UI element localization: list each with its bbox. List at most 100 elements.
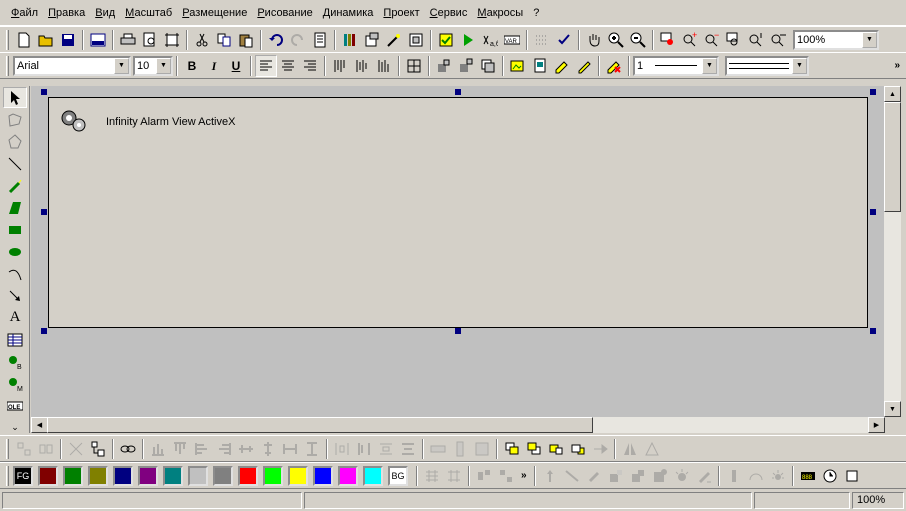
align-bottom-icon[interactable] bbox=[147, 438, 169, 460]
hand-pan-icon[interactable] bbox=[583, 29, 605, 51]
group-icon[interactable] bbox=[433, 55, 455, 77]
html-export-icon[interactable] bbox=[87, 29, 109, 51]
zoom-out-icon[interactable] bbox=[627, 29, 649, 51]
more-palette-icon[interactable]: » bbox=[521, 470, 527, 481]
scroll-right-icon[interactable]: ▶ bbox=[868, 417, 885, 433]
var-icon[interactable]: VAR bbox=[501, 29, 523, 51]
pointer-icon[interactable] bbox=[3, 87, 27, 108]
cut-icon[interactable] bbox=[191, 29, 213, 51]
zoom-in-icon[interactable] bbox=[605, 29, 627, 51]
color-swatch[interactable] bbox=[238, 465, 258, 486]
align-center-icon[interactable] bbox=[277, 55, 299, 77]
symbol-icon[interactable] bbox=[361, 29, 383, 51]
line-tool-icon[interactable] bbox=[3, 153, 27, 174]
frame-icon[interactable] bbox=[405, 29, 427, 51]
color-swatch[interactable] bbox=[188, 465, 208, 486]
rect-select-icon[interactable] bbox=[3, 109, 27, 130]
ellipse-tool-icon[interactable] bbox=[3, 241, 27, 262]
line-style-select[interactable]: ▼ bbox=[725, 55, 809, 76]
anim-visibility-icon[interactable] bbox=[693, 465, 715, 487]
resize-handle[interactable] bbox=[41, 89, 47, 95]
save-icon[interactable] bbox=[57, 29, 79, 51]
arc-tool-icon[interactable] bbox=[3, 263, 27, 284]
anim-color-icon[interactable] bbox=[649, 465, 671, 487]
wizard-icon[interactable] bbox=[383, 29, 405, 51]
checkbox-control-icon[interactable] bbox=[841, 465, 863, 487]
color-swatch[interactable] bbox=[138, 465, 158, 486]
send-back-icon[interactable] bbox=[523, 438, 545, 460]
zoom-fit-width-icon[interactable] bbox=[767, 29, 789, 51]
menu-layout[interactable]: Размещение bbox=[177, 4, 252, 22]
bring-front-icon[interactable] bbox=[501, 438, 523, 460]
open-folder-icon[interactable] bbox=[35, 29, 57, 51]
horizontal-scroll-thumb[interactable] bbox=[47, 417, 593, 433]
horizontal-scrollbar[interactable]: ◀ ▶ bbox=[31, 417, 885, 433]
zoom-window-icon[interactable] bbox=[657, 29, 679, 51]
undo-icon[interactable] bbox=[265, 29, 287, 51]
menu-scale[interactable]: Масштаб bbox=[120, 4, 177, 22]
paste-icon[interactable] bbox=[235, 29, 257, 51]
anim-scale-icon[interactable] bbox=[605, 465, 627, 487]
space-v-icon[interactable] bbox=[375, 438, 397, 460]
space-v2-icon[interactable] bbox=[397, 438, 419, 460]
library-icon[interactable] bbox=[339, 29, 361, 51]
zoom-fit-height-icon[interactable] bbox=[745, 29, 767, 51]
color-swatch[interactable] bbox=[163, 465, 183, 486]
tree-icon[interactable] bbox=[87, 438, 109, 460]
run-icon[interactable] bbox=[457, 29, 479, 51]
grid-snap2-icon[interactable] bbox=[449, 438, 471, 460]
distribute2-icon[interactable] bbox=[495, 465, 517, 487]
align-edges-icon[interactable] bbox=[13, 438, 35, 460]
color-swatch[interactable] bbox=[213, 465, 233, 486]
layers-icon[interactable] bbox=[477, 55, 499, 77]
anim-blink-icon[interactable] bbox=[671, 465, 693, 487]
color-swatch[interactable] bbox=[63, 465, 83, 486]
space-h-icon[interactable] bbox=[331, 438, 353, 460]
align-left-edge-icon[interactable] bbox=[191, 438, 213, 460]
menu-help[interactable]: ? bbox=[528, 4, 544, 22]
symbol-b-icon[interactable]: B bbox=[3, 351, 27, 372]
table-tool-icon[interactable] bbox=[3, 329, 27, 350]
same-height-icon[interactable] bbox=[301, 438, 323, 460]
align-v-center-icon[interactable] bbox=[257, 438, 279, 460]
chevron-down-icon[interactable]: ▼ bbox=[156, 57, 171, 74]
align-right-edge-icon[interactable] bbox=[213, 438, 235, 460]
chevron-down-icon[interactable]: ▼ bbox=[114, 57, 129, 74]
rectangle-tool-icon[interactable] bbox=[3, 219, 27, 240]
scroll-up-icon[interactable]: ▲ bbox=[884, 86, 901, 102]
grid-icon[interactable] bbox=[531, 29, 553, 51]
toolbar-grip[interactable] bbox=[6, 438, 9, 459]
toolbar-grip[interactable] bbox=[6, 55, 9, 76]
zoom-minus-icon[interactable]: − bbox=[701, 29, 723, 51]
menu-draw[interactable]: Рисование bbox=[252, 4, 317, 22]
ole-object-icon[interactable]: OLE bbox=[3, 395, 27, 416]
italic-button[interactable]: I bbox=[203, 55, 225, 77]
send-backward-icon[interactable] bbox=[567, 438, 589, 460]
same-width-icon[interactable] bbox=[279, 438, 301, 460]
color-swatch[interactable] bbox=[88, 465, 108, 486]
toolbar-grip[interactable] bbox=[6, 465, 9, 486]
foreground-color-button[interactable]: FG bbox=[13, 465, 33, 486]
color-swatch[interactable] bbox=[288, 465, 308, 486]
arrow-right-icon[interactable] bbox=[589, 438, 611, 460]
align-top-icon[interactable] bbox=[169, 438, 191, 460]
space-h2-icon[interactable] bbox=[353, 438, 375, 460]
clear-format-icon[interactable] bbox=[603, 55, 625, 77]
menu-file[interactable]: Файл bbox=[6, 4, 43, 22]
anim-fill-icon[interactable] bbox=[627, 465, 649, 487]
distribute-icon[interactable] bbox=[473, 465, 495, 487]
font-size-select[interactable]: 10 ▼ bbox=[133, 55, 173, 76]
grid-snap3-icon[interactable] bbox=[471, 438, 493, 460]
text-tool-icon[interactable]: A bbox=[3, 307, 27, 328]
check-icon[interactable] bbox=[435, 29, 457, 51]
print-icon[interactable] bbox=[117, 29, 139, 51]
freehand-tool-icon[interactable] bbox=[3, 175, 27, 196]
anim-slider-icon[interactable] bbox=[723, 465, 745, 487]
bring-forward-icon[interactable] bbox=[545, 438, 567, 460]
menu-edit[interactable]: Правка bbox=[43, 4, 90, 22]
edit-pencil-icon[interactable] bbox=[573, 55, 595, 77]
symbol-m-icon[interactable]: M bbox=[3, 373, 27, 394]
flip-v-icon[interactable] bbox=[641, 438, 663, 460]
vertical-scroll-thumb[interactable] bbox=[884, 102, 901, 212]
align-centers-icon[interactable] bbox=[35, 438, 57, 460]
